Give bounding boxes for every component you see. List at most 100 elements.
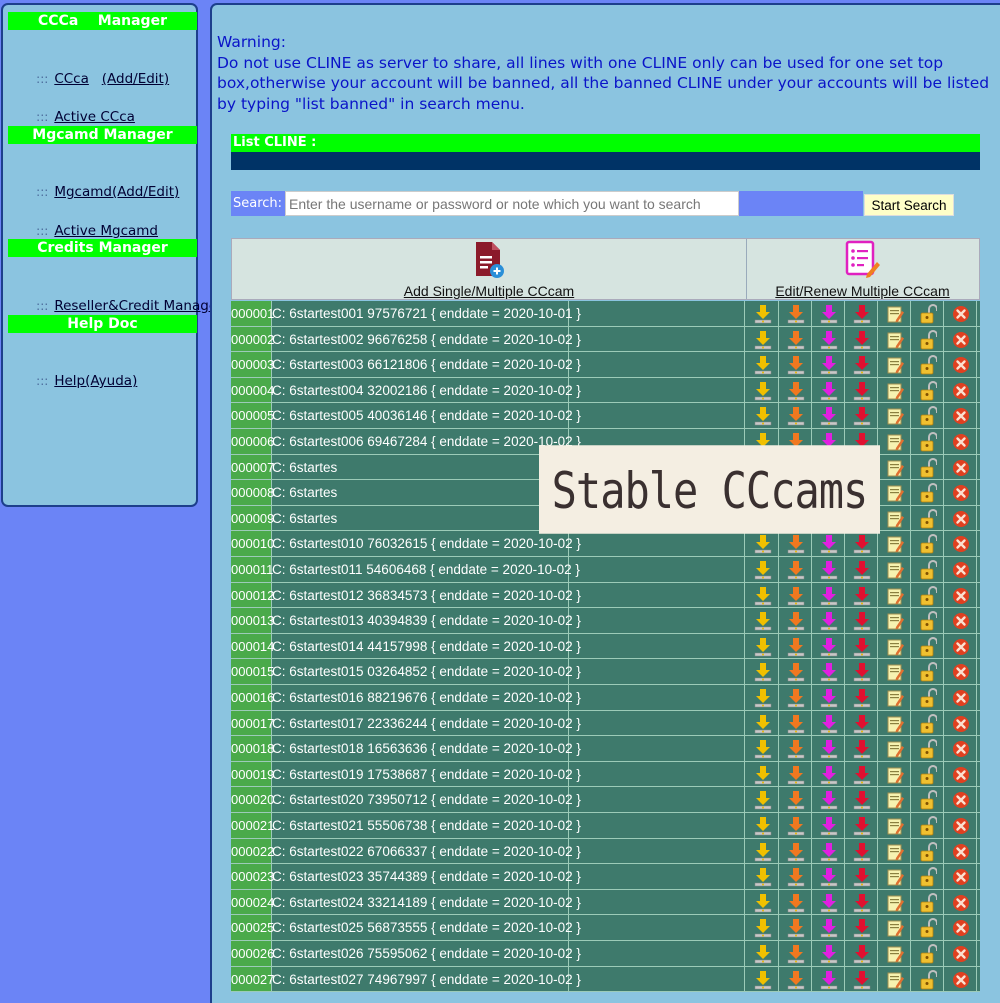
download-red-icon[interactable] <box>853 918 871 938</box>
unlock-icon[interactable] <box>919 688 937 708</box>
download-orange-icon[interactable] <box>787 893 805 913</box>
download-red-button[interactable] <box>845 710 878 736</box>
download-red-icon[interactable] <box>853 662 871 682</box>
delete-button[interactable] <box>944 505 977 531</box>
download-magenta-button[interactable] <box>812 326 845 352</box>
download-red-icon[interactable] <box>853 970 871 990</box>
unlock-button[interactable] <box>911 941 944 966</box>
edit-note-icon[interactable] <box>886 355 904 375</box>
download-yellow-button[interactable] <box>746 403 779 428</box>
edit-note-icon[interactable] <box>886 714 904 734</box>
download-yellow-button[interactable] <box>746 352 779 377</box>
unlock-icon[interactable] <box>919 816 937 836</box>
download-red-icon[interactable] <box>853 586 871 606</box>
download-orange-button[interactable] <box>779 659 812 684</box>
download-orange-button[interactable] <box>779 838 812 864</box>
download-red-icon[interactable] <box>853 304 871 324</box>
download-magenta-icon[interactable] <box>820 611 838 631</box>
download-yellow-icon[interactable] <box>754 586 772 606</box>
download-magenta-button[interactable] <box>812 377 845 403</box>
delete-icon[interactable] <box>952 816 970 836</box>
download-red-button[interactable] <box>845 864 878 889</box>
edit-note-button[interactable] <box>878 915 911 940</box>
unlock-button[interactable] <box>911 582 944 608</box>
download-orange-button[interactable] <box>779 941 812 966</box>
delete-button[interactable] <box>944 377 977 403</box>
download-red-button[interactable] <box>845 301 878 326</box>
download-yellow-button[interactable] <box>746 966 779 992</box>
download-magenta-button[interactable] <box>812 352 845 377</box>
edit-note-button[interactable] <box>878 352 911 377</box>
download-red-button[interactable] <box>845 352 878 377</box>
download-orange-button[interactable] <box>779 761 812 787</box>
download-magenta-icon[interactable] <box>820 970 838 990</box>
unlock-button[interactable] <box>911 454 944 480</box>
unlock-icon[interactable] <box>919 867 937 887</box>
download-orange-icon[interactable] <box>787 842 805 862</box>
unlock-icon[interactable] <box>919 560 937 580</box>
delete-button[interactable] <box>944 761 977 787</box>
download-yellow-icon[interactable] <box>754 534 772 554</box>
download-magenta-button[interactable] <box>812 582 845 608</box>
download-magenta-icon[interactable] <box>820 944 838 964</box>
unlock-icon[interactable] <box>919 892 937 913</box>
download-orange-icon[interactable] <box>787 637 805 657</box>
download-magenta-button[interactable] <box>812 736 845 761</box>
download-yellow-icon[interactable] <box>754 637 772 657</box>
download-red-icon[interactable] <box>853 944 871 964</box>
delete-button[interactable] <box>944 352 977 377</box>
unlock-button[interactable] <box>911 761 944 787</box>
edit-renew-multiple-link[interactable]: Edit/Renew Multiple CCcam <box>746 283 979 299</box>
download-orange-icon[interactable] <box>787 406 805 426</box>
unlock-button[interactable] <box>911 915 944 940</box>
delete-icon[interactable] <box>952 790 970 810</box>
edit-note-icon[interactable] <box>886 842 904 862</box>
unlock-icon[interactable] <box>919 380 937 401</box>
download-magenta-button[interactable] <box>812 301 845 326</box>
download-red-button[interactable] <box>845 813 878 838</box>
unlock-button[interactable] <box>911 377 944 403</box>
download-red-icon[interactable] <box>853 842 871 862</box>
unlock-icon[interactable] <box>919 483 937 503</box>
download-magenta-icon[interactable] <box>820 867 838 887</box>
delete-icon[interactable] <box>952 918 970 938</box>
download-red-button[interactable] <box>845 966 878 992</box>
delete-button[interactable] <box>944 480 977 505</box>
sidebar-link-reseller[interactable]: Reseller&Credit Manager <box>54 298 222 314</box>
delete-icon[interactable] <box>952 637 970 657</box>
download-red-button[interactable] <box>845 326 878 352</box>
download-yellow-button[interactable] <box>746 633 779 659</box>
download-magenta-icon[interactable] <box>820 893 838 913</box>
unlock-button[interactable] <box>911 480 944 505</box>
unlock-icon[interactable] <box>919 355 937 375</box>
edit-note-icon[interactable] <box>886 381 904 401</box>
edit-note-icon[interactable] <box>886 483 904 503</box>
download-orange-icon[interactable] <box>787 355 805 375</box>
delete-icon[interactable] <box>952 970 970 990</box>
delete-icon[interactable] <box>952 432 970 452</box>
download-orange-button[interactable] <box>779 633 812 659</box>
download-magenta-button[interactable] <box>812 761 845 787</box>
sidebar-item-active-mgcamd[interactable]: ::: Active Mgcamd <box>19 204 158 239</box>
unlock-icon[interactable] <box>919 457 937 478</box>
download-magenta-button[interactable] <box>812 813 845 838</box>
edit-note-icon[interactable] <box>886 560 904 580</box>
unlock-icon[interactable] <box>919 969 937 990</box>
delete-icon[interactable] <box>952 355 970 375</box>
download-yellow-icon[interactable] <box>754 918 772 938</box>
delete-button[interactable] <box>944 582 977 608</box>
edit-note-icon[interactable] <box>886 406 904 426</box>
download-red-icon[interactable] <box>853 867 871 887</box>
unlock-button[interactable] <box>911 813 944 838</box>
edit-note-button[interactable] <box>878 761 911 787</box>
edit-note-icon[interactable] <box>886 637 904 657</box>
download-orange-button[interactable] <box>779 326 812 352</box>
sidebar-link-mgcamd[interactable]: Mgcamd(Add/Edit) <box>54 184 179 200</box>
unlock-button[interactable] <box>911 352 944 377</box>
download-yellow-button[interactable] <box>746 659 779 684</box>
download-magenta-button[interactable] <box>812 659 845 684</box>
unlock-icon[interactable] <box>919 662 937 682</box>
edit-note-button[interactable] <box>878 403 911 428</box>
download-red-icon[interactable] <box>853 611 871 631</box>
download-orange-button[interactable] <box>779 710 812 736</box>
